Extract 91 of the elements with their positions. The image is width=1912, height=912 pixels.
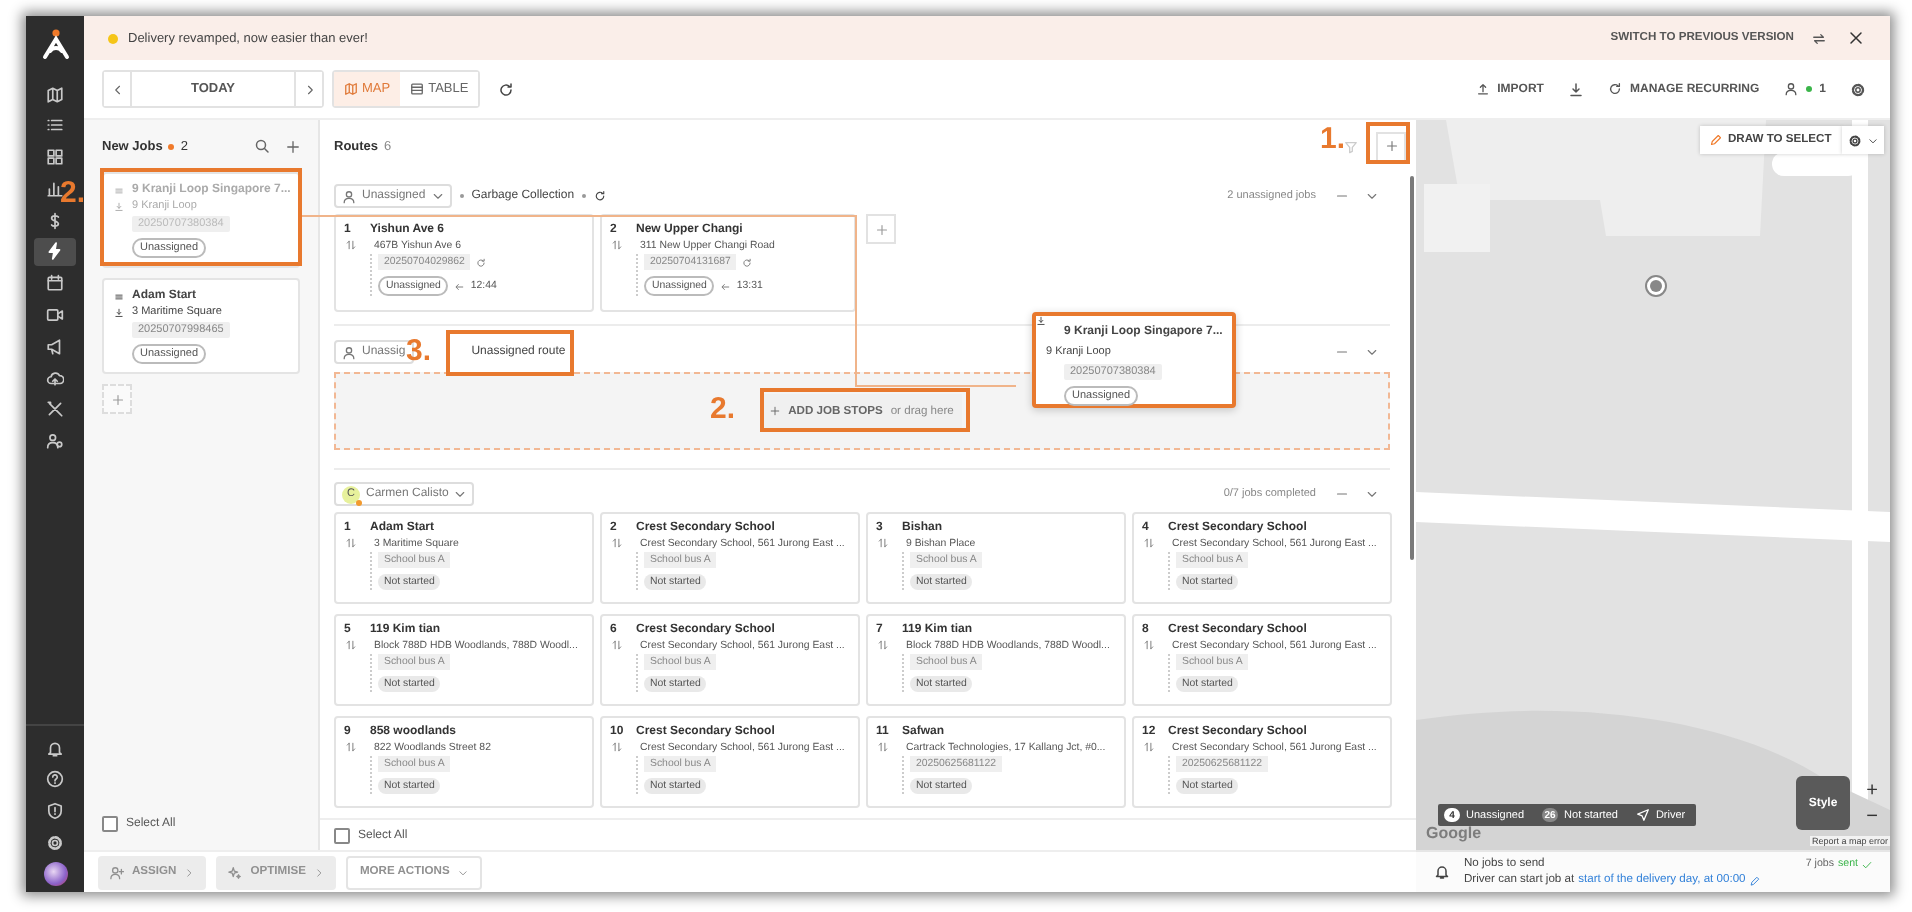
plus-icon[interactable] bbox=[286, 139, 300, 153]
navigation-icon bbox=[1635, 808, 1650, 822]
map-attribution: Google bbox=[1426, 824, 1482, 842]
person-plus-icon bbox=[110, 865, 124, 879]
pencil-icon[interactable] bbox=[1749, 875, 1760, 885]
plus-icon bbox=[111, 393, 123, 405]
person-icon bbox=[342, 189, 356, 203]
sort-icon bbox=[346, 240, 356, 250]
refresh-icon[interactable] bbox=[594, 190, 607, 202]
sort-icon bbox=[612, 240, 622, 250]
add-route-button[interactable] bbox=[1376, 131, 1406, 161]
sort-icon bbox=[612, 640, 622, 650]
bell-icon[interactable] bbox=[1434, 864, 1450, 880]
zoom-in-button[interactable]: + bbox=[1860, 778, 1884, 802]
chevron-left-icon bbox=[111, 83, 123, 95]
plus-icon bbox=[1385, 140, 1397, 152]
nav-item[interactable] bbox=[34, 237, 76, 266]
sort-icon bbox=[346, 640, 356, 650]
arrow-left-icon bbox=[454, 281, 465, 291]
plus-icon bbox=[770, 406, 781, 416]
check-icon bbox=[1862, 859, 1872, 869]
chevron-down-icon bbox=[1868, 135, 1878, 145]
lightning-icon bbox=[46, 242, 64, 261]
chevron-down-icon bbox=[454, 488, 467, 500]
logo-icon[interactable] bbox=[39, 28, 71, 60]
close-icon[interactable] bbox=[1848, 30, 1864, 46]
help-icon[interactable] bbox=[46, 770, 64, 789]
settings-icon bbox=[1848, 133, 1862, 147]
person-icon bbox=[342, 345, 356, 359]
step-label: 2. bbox=[710, 394, 736, 426]
sort-icon bbox=[878, 538, 888, 548]
download-icon[interactable] bbox=[1567, 81, 1584, 97]
caret-icon bbox=[457, 867, 468, 877]
zoom-out-button[interactable]: − bbox=[1860, 804, 1884, 828]
step-label: 2. bbox=[60, 178, 86, 210]
grid-icon bbox=[46, 148, 64, 167]
sort-icon bbox=[346, 742, 356, 752]
highlight-box bbox=[446, 330, 574, 376]
chevron-right-icon bbox=[313, 867, 324, 877]
map-icon bbox=[46, 85, 64, 103]
bar-chart-icon bbox=[46, 179, 64, 198]
arrow-left-icon bbox=[720, 281, 731, 291]
search-icon[interactable] bbox=[254, 138, 270, 154]
video-icon bbox=[46, 306, 64, 325]
sort-icon bbox=[612, 742, 622, 752]
chevron-down-icon bbox=[431, 190, 444, 202]
settings-icon[interactable] bbox=[1850, 81, 1866, 97]
sort-icon bbox=[1144, 538, 1154, 548]
chevron-down-icon[interactable] bbox=[1366, 346, 1378, 358]
sort-icon bbox=[612, 538, 622, 548]
checkbox[interactable] bbox=[102, 816, 118, 832]
pencil-icon bbox=[1710, 134, 1722, 146]
list-icon bbox=[46, 116, 64, 135]
checkbox[interactable] bbox=[334, 827, 350, 843]
map-settings-button[interactable] bbox=[1842, 126, 1884, 154]
map-icon bbox=[344, 82, 358, 96]
upload-icon bbox=[1475, 82, 1490, 96]
drag-handle-icon bbox=[114, 291, 124, 301]
sparkle-icon bbox=[228, 865, 243, 879]
highlight-box bbox=[1366, 122, 1410, 164]
calendar-icon bbox=[46, 274, 64, 293]
table-icon bbox=[410, 82, 425, 96]
map-drawing[interactable] bbox=[1416, 120, 1890, 850]
dollar-icon bbox=[46, 211, 64, 230]
swap-icon[interactable] bbox=[1812, 31, 1826, 45]
sort-icon bbox=[346, 538, 356, 548]
arrow-down-icon bbox=[114, 307, 124, 317]
drag-handle-icon bbox=[114, 185, 124, 195]
sort-icon bbox=[1144, 640, 1154, 650]
shield-icon[interactable] bbox=[46, 802, 64, 821]
person-icon bbox=[1783, 82, 1798, 96]
chevron-right-icon bbox=[184, 867, 195, 877]
arrow-down-icon bbox=[1036, 316, 1046, 326]
chevron-down-icon[interactable] bbox=[1366, 190, 1378, 202]
sort-icon bbox=[878, 742, 888, 752]
arrow-down-icon bbox=[114, 201, 124, 211]
scrollbar[interactable] bbox=[1410, 176, 1414, 560]
cloud-upload-icon bbox=[46, 369, 64, 388]
chevron-right-icon bbox=[303, 83, 315, 95]
tools-icon bbox=[46, 400, 64, 419]
avatar[interactable] bbox=[43, 862, 67, 887]
sort-icon bbox=[1144, 742, 1154, 752]
refresh-icon[interactable] bbox=[498, 81, 515, 97]
status-dot bbox=[168, 143, 175, 149]
users-icon bbox=[46, 432, 64, 451]
chevron-down-icon[interactable] bbox=[1366, 488, 1378, 500]
sort-icon bbox=[878, 640, 888, 650]
refresh-icon bbox=[1607, 82, 1622, 96]
step-label: 1. bbox=[1320, 124, 1346, 156]
megaphone-icon bbox=[46, 337, 64, 356]
plus-icon bbox=[875, 223, 887, 235]
